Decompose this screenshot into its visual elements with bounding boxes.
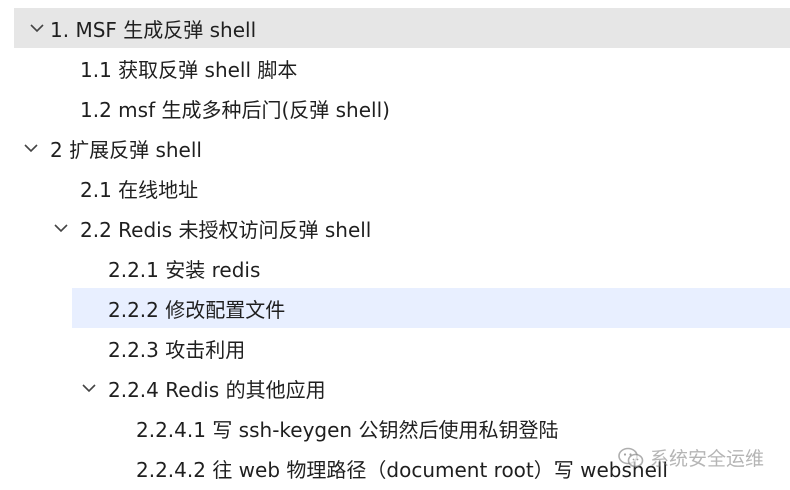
outline-item-2-1[interactable]: 2.1 在线地址 bbox=[0, 168, 790, 208]
outline-item-2-2-2-selected[interactable]: 2.2.2 修改配置文件 bbox=[72, 288, 790, 328]
outline-item-label: 2.1 在线地址 bbox=[80, 177, 199, 202]
outline-item-2[interactable]: 2 扩展反弹 shell bbox=[0, 128, 790, 168]
outline-item-2-2-4-1[interactable]: 2.2.4.1 写 ssh-keygen 公钥然后使用私钥登陆 bbox=[0, 408, 790, 448]
outline-item-1-1[interactable]: 1.1 获取反弹 shell 脚本 bbox=[0, 48, 790, 88]
chevron-down-icon[interactable] bbox=[52, 219, 70, 237]
chevron-down-icon[interactable] bbox=[80, 379, 98, 397]
outline-item-label: 2.2.4.2 往 web 物理路径（document root）写 websh… bbox=[136, 457, 668, 482]
outline-item-label: 2.2.1 安装 redis bbox=[108, 257, 261, 282]
outline-item-label: 1.1 获取反弹 shell 脚本 bbox=[80, 57, 298, 82]
outline-item-2-2-1[interactable]: 2.2.1 安装 redis bbox=[0, 248, 790, 288]
outline-item-2-2[interactable]: 2.2 Redis 未授权访问反弹 shell bbox=[0, 208, 790, 248]
outline-item-2-2-3[interactable]: 2.2.3 攻击利用 bbox=[0, 328, 790, 368]
outline-item-1-2[interactable]: 1.2 msf 生成多种后门(反弹 shell) bbox=[0, 88, 790, 128]
outline-item-label: 2.2 Redis 未授权访问反弹 shell bbox=[80, 217, 372, 242]
outline-item-label: 2.2.4 Redis 的其他应用 bbox=[108, 377, 326, 402]
outline-item-label: 2 扩展反弹 shell bbox=[50, 137, 202, 162]
outline-item-label: 2.2.4.1 写 ssh-keygen 公钥然后使用私钥登陆 bbox=[136, 417, 559, 442]
outline-item-1[interactable]: 1. MSF 生成反弹 shell bbox=[14, 8, 790, 48]
outline-item-label: 1.2 msf 生成多种后门(反弹 shell) bbox=[80, 97, 390, 122]
outline-item-2-2-4-2[interactable]: 2.2.4.2 往 web 物理路径（document root）写 websh… bbox=[0, 448, 790, 488]
chevron-down-icon[interactable] bbox=[28, 19, 46, 37]
outline-item-label: 2.2.2 修改配置文件 bbox=[108, 297, 286, 322]
chevron-down-icon[interactable] bbox=[22, 139, 40, 157]
outline-item-label: 1. MSF 生成反弹 shell bbox=[50, 17, 257, 42]
outline-item-2-2-4[interactable]: 2.2.4 Redis 的其他应用 bbox=[0, 368, 790, 408]
outline-tree: 1. MSF 生成反弹 shell 1.1 获取反弹 shell 脚本 1.2 … bbox=[0, 8, 790, 488]
outline-item-label: 2.2.3 攻击利用 bbox=[108, 337, 246, 362]
